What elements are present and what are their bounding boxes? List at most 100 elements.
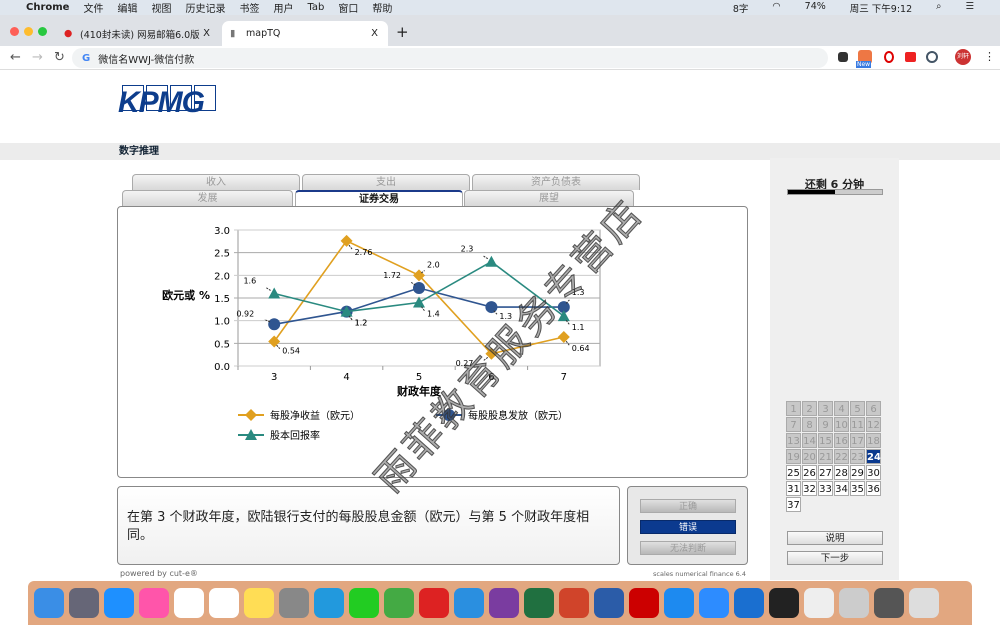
question-nav-19[interactable]: 19 xyxy=(786,449,801,464)
back-icon[interactable]: ← xyxy=(10,50,21,65)
onenote-icon[interactable] xyxy=(489,588,519,618)
input-method[interactable]: 8字 xyxy=(733,1,749,15)
maximize-window-button[interactable] xyxy=(38,27,47,36)
control-center-icon[interactable]: ☰ xyxy=(965,1,974,15)
profile-avatar[interactable]: 刘轩 xyxy=(955,49,971,65)
question-nav-37[interactable]: 37 xyxy=(786,497,801,512)
wifi-icon[interactable]: ◠ xyxy=(772,1,780,15)
question-nav-15[interactable]: 15 xyxy=(818,433,833,448)
close-tab-icon[interactable]: X xyxy=(371,28,378,39)
menu-help[interactable]: 帮助 xyxy=(372,0,392,15)
question-nav-32[interactable]: 32 xyxy=(802,481,817,496)
question-nav-12[interactable]: 12 xyxy=(866,417,881,432)
tab-mail[interactable]: ● (410封未读) 网易邮箱6.0版 X xyxy=(56,21,220,46)
search-icon[interactable]: ⌕ xyxy=(936,1,941,15)
question-nav-20[interactable]: 20 xyxy=(802,449,817,464)
chrome-icon[interactable] xyxy=(384,588,414,618)
question-nav-28[interactable]: 28 xyxy=(834,465,849,480)
address-input[interactable]: G 微信名WWJ-微信付款 xyxy=(72,48,828,68)
question-nav-29[interactable]: 29 xyxy=(850,465,865,480)
menu-bookmarks[interactable]: 书签 xyxy=(239,0,259,15)
question-nav-18[interactable]: 18 xyxy=(866,433,881,448)
question-nav-34[interactable]: 34 xyxy=(834,481,849,496)
question-nav-3[interactable]: 3 xyxy=(818,401,833,416)
menu-file[interactable]: 文件 xyxy=(83,0,103,15)
question-nav-25[interactable]: 25 xyxy=(786,465,801,480)
app-store-icon[interactable] xyxy=(664,588,694,618)
zoom-icon[interactable] xyxy=(699,588,729,618)
forward-icon[interactable]: → xyxy=(32,50,43,65)
acrobat-icon[interactable] xyxy=(629,588,659,618)
extension-red-icon[interactable] xyxy=(905,52,916,62)
reminders-icon[interactable] xyxy=(209,588,239,618)
screenshot-icon[interactable] xyxy=(874,588,904,618)
menu-people[interactable]: 用户 xyxy=(273,0,293,15)
telegram-icon[interactable] xyxy=(454,588,484,618)
baidu-netdisk-icon[interactable] xyxy=(314,588,344,618)
menu-history[interactable]: 历史记录 xyxy=(185,0,225,15)
question-nav-26[interactable]: 26 xyxy=(802,465,817,480)
menu-edit[interactable]: 编辑 xyxy=(117,0,137,15)
question-nav-16[interactable]: 16 xyxy=(834,433,849,448)
wechat-icon[interactable] xyxy=(349,588,379,618)
system-preferences-icon[interactable] xyxy=(279,588,309,618)
tab-balance-sheet[interactable]: 资产负债表 xyxy=(472,174,640,190)
photos-icon[interactable] xyxy=(139,588,169,618)
clock[interactable]: 周三 下午9:12 xyxy=(850,1,912,15)
powerpoint-icon[interactable] xyxy=(559,588,589,618)
question-nav-2[interactable]: 2 xyxy=(802,401,817,416)
minimize-window-button[interactable] xyxy=(24,27,33,36)
question-nav-30[interactable]: 30 xyxy=(866,465,881,480)
answer-false-button[interactable]: 错误 xyxy=(640,520,736,534)
question-nav-35[interactable]: 35 xyxy=(850,481,865,496)
question-nav-36[interactable]: 36 xyxy=(866,481,881,496)
opera-icon[interactable] xyxy=(884,51,894,63)
question-nav-24[interactable]: 24 xyxy=(866,449,881,464)
question-nav-4[interactable]: 4 xyxy=(834,401,849,416)
question-nav-23[interactable]: 23 xyxy=(850,449,865,464)
tab-outlook[interactable]: 展望 xyxy=(464,190,634,206)
close-tab-icon[interactable]: X xyxy=(203,28,210,39)
question-nav-6[interactable]: 6 xyxy=(866,401,881,416)
excel-icon[interactable] xyxy=(524,588,554,618)
trash-icon[interactable] xyxy=(909,588,939,618)
answer-true-button[interactable]: 正确 xyxy=(640,499,736,513)
keynote-k-icon[interactable] xyxy=(734,588,764,618)
battery-status[interactable]: 74% xyxy=(805,1,826,15)
menu-view[interactable]: 视图 xyxy=(151,0,171,15)
question-nav-22[interactable]: 22 xyxy=(834,449,849,464)
youdao-icon[interactable] xyxy=(419,588,449,618)
safari-icon[interactable] xyxy=(104,588,134,618)
tab-income[interactable]: 收入 xyxy=(132,174,300,190)
question-nav-8[interactable]: 8 xyxy=(802,417,817,432)
help-button[interactable]: 说明 xyxy=(787,531,883,545)
reload-icon[interactable]: ↻ xyxy=(54,50,65,65)
question-nav-17[interactable]: 17 xyxy=(850,433,865,448)
menu-window[interactable]: 窗口 xyxy=(338,0,358,15)
question-nav-21[interactable]: 21 xyxy=(818,449,833,464)
photos2-icon[interactable] xyxy=(839,588,869,618)
extension-icon[interactable] xyxy=(838,52,848,62)
question-nav-7[interactable]: 7 xyxy=(786,417,801,432)
acrobat2-icon[interactable] xyxy=(769,588,799,618)
tab-development[interactable]: 发展 xyxy=(122,190,293,206)
tab-expense[interactable]: 支出 xyxy=(302,174,470,190)
question-nav-9[interactable]: 9 xyxy=(818,417,833,432)
question-nav-31[interactable]: 31 xyxy=(786,481,801,496)
extension-clock-icon[interactable] xyxy=(926,51,938,63)
close-window-button[interactable] xyxy=(10,27,19,36)
next-button[interactable]: 下一步 xyxy=(787,551,883,565)
question-nav-10[interactable]: 10 xyxy=(834,417,849,432)
tab-securities[interactable]: 证券交易 xyxy=(295,190,463,206)
calendar-icon[interactable] xyxy=(174,588,204,618)
tab-maptq[interactable]: ▮ mapTQ X xyxy=(222,21,388,46)
question-nav-13[interactable]: 13 xyxy=(786,433,801,448)
question-nav-14[interactable]: 14 xyxy=(802,433,817,448)
menu-icon[interactable]: ⋮ xyxy=(984,50,995,63)
notes-icon[interactable] xyxy=(244,588,274,618)
new-tab-button[interactable]: + xyxy=(396,23,409,41)
question-nav-5[interactable]: 5 xyxy=(850,401,865,416)
menu-tab[interactable]: Tab xyxy=(307,2,324,13)
question-nav-33[interactable]: 33 xyxy=(818,481,833,496)
launchpad-icon[interactable] xyxy=(69,588,99,618)
